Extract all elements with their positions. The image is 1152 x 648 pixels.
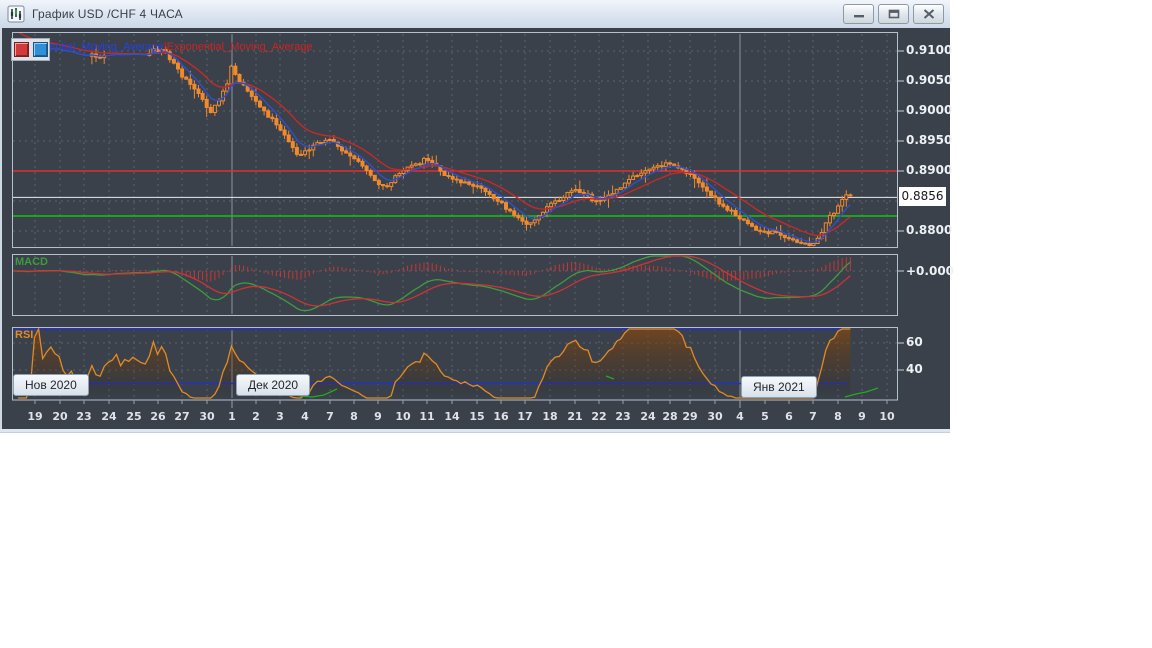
- price-axis-label[interactable]: 0.9000: [906, 103, 952, 117]
- time-axis-label[interactable]: 9: [849, 410, 875, 423]
- time-axis-label[interactable]: 6: [776, 410, 802, 423]
- red-square-button[interactable]: [13, 42, 29, 57]
- blue-square-button[interactable]: [32, 42, 48, 57]
- chart-area[interactable]: ential_Moving_Average|Exponential_Moving…: [0, 28, 954, 429]
- minimize-icon: [853, 15, 864, 18]
- ema-fast-line: [13, 47, 851, 244]
- restore-icon: [888, 9, 899, 19]
- time-axis-label[interactable]: 15: [464, 410, 490, 423]
- time-axis-label[interactable]: 17: [512, 410, 538, 423]
- minimize-button[interactable]: [843, 4, 874, 24]
- price-axis-label[interactable]: 0.8900: [906, 163, 952, 177]
- price-axis-label[interactable]: 0.9100: [906, 43, 952, 57]
- macd-axis-value: +0.000: [906, 264, 955, 278]
- month-label: Дек 2020: [236, 374, 311, 396]
- indicator-buttons: [11, 38, 50, 61]
- time-axis-label[interactable]: 2: [243, 410, 269, 423]
- window-bottom-border: [0, 429, 950, 433]
- time-axis-label[interactable]: 14: [439, 410, 465, 423]
- time-axis-label[interactable]: 4: [292, 410, 318, 423]
- chart-icon: [7, 5, 25, 23]
- rsi-axis-label[interactable]: 40: [906, 362, 923, 376]
- close-icon: [923, 9, 934, 19]
- time-axis-label[interactable]: 23: [610, 410, 636, 423]
- month-label: Нов 2020: [13, 374, 89, 396]
- time-axis-label[interactable]: 23: [71, 410, 97, 423]
- time-axis-label[interactable]: 26: [145, 410, 171, 423]
- window-controls: [843, 4, 944, 24]
- time-axis-label[interactable]: 7: [317, 410, 343, 423]
- time-axis-label[interactable]: 19: [22, 410, 48, 423]
- chart-window: График USD /CHF 4 ЧАСА ential_Moving_Ave…: [0, 0, 954, 433]
- time-axis-label[interactable]: 24: [96, 410, 122, 423]
- rsi-label: RSI: [15, 329, 34, 341]
- macd-histogram: [13, 257, 851, 282]
- time-axis-label[interactable]: 20: [47, 410, 73, 423]
- time-axis-label[interactable]: 11: [414, 410, 440, 423]
- time-axis-label[interactable]: 21: [562, 410, 588, 423]
- close-button[interactable]: [913, 4, 944, 24]
- time-axis-label[interactable]: 25: [121, 410, 147, 423]
- time-axis-label[interactable]: 18: [537, 410, 563, 423]
- time-axis-label[interactable]: 8: [341, 410, 367, 423]
- ema-fast-label: ential_Moving_Average: [49, 41, 164, 53]
- indicator-labels: ential_Moving_Average|Exponential_Moving…: [49, 41, 313, 53]
- price-axis-label[interactable]: 0.8950: [906, 133, 952, 147]
- time-axis-label[interactable]: 5: [752, 410, 778, 423]
- current-price-box: 0.8856: [899, 187, 946, 206]
- time-axis-label[interactable]: 30: [194, 410, 220, 423]
- time-axis-label[interactable]: 3: [267, 410, 293, 423]
- restore-button[interactable]: [878, 4, 909, 24]
- time-axis-label[interactable]: 27: [169, 410, 195, 423]
- ema-slow-label: Exponential_Moving_Average: [166, 41, 313, 53]
- titlebar[interactable]: График USD /CHF 4 ЧАСА: [0, 0, 950, 29]
- macd-label: MACD: [15, 256, 48, 268]
- month-label: Янв 2021: [741, 376, 817, 398]
- time-axis-label[interactable]: 8: [825, 410, 851, 423]
- time-axis-label[interactable]: 7: [800, 410, 826, 423]
- rsi-axis-label[interactable]: 60: [906, 335, 923, 349]
- time-axis-label[interactable]: 22: [586, 410, 612, 423]
- time-axis-label[interactable]: 10: [390, 410, 416, 423]
- rsi-fill: [18, 329, 851, 399]
- time-axis-label[interactable]: 1: [219, 410, 245, 423]
- time-axis-label[interactable]: 16: [488, 410, 514, 423]
- time-axis-label[interactable]: 4: [727, 410, 753, 423]
- window-title: График USD /CHF 4 ЧАСА: [32, 7, 183, 21]
- price-axis-label[interactable]: 0.8800: [906, 223, 952, 237]
- time-axis-label[interactable]: 9: [365, 410, 391, 423]
- price-axis-label[interactable]: 0.9050: [906, 73, 952, 87]
- time-axis-label[interactable]: 30: [702, 410, 728, 423]
- chart-canvas[interactable]: [0, 28, 950, 429]
- time-axis-label[interactable]: 29: [677, 410, 703, 423]
- time-axis-label[interactable]: 10: [874, 410, 900, 423]
